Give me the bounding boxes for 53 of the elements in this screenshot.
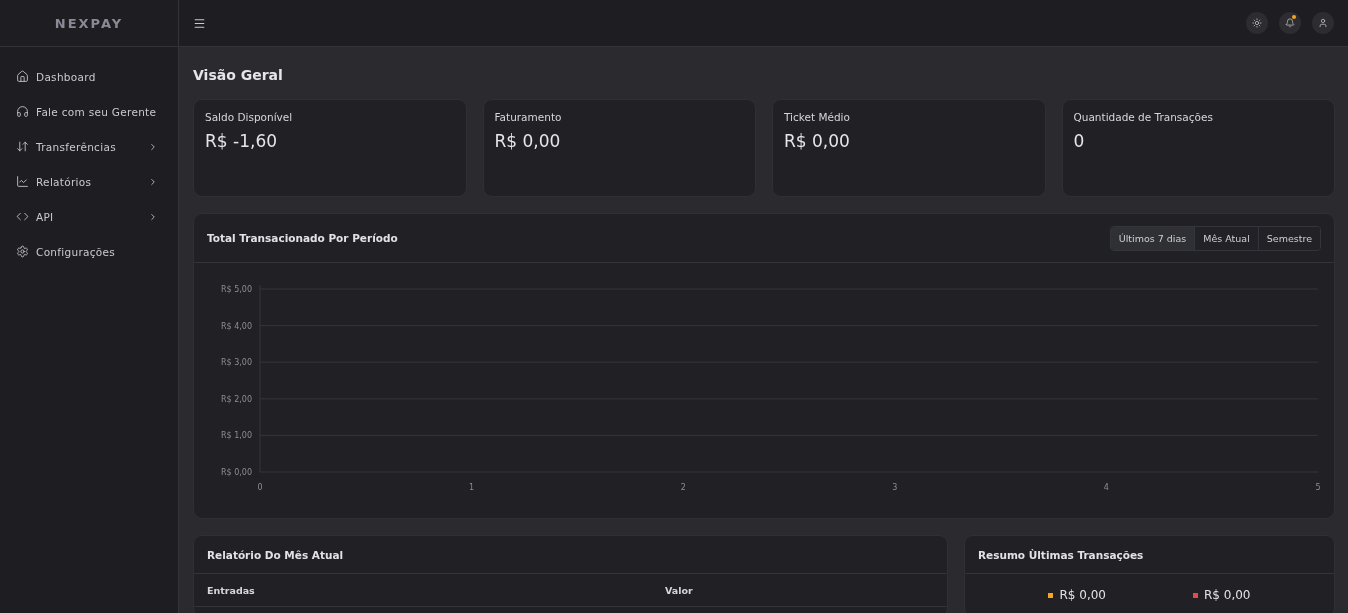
code-icon [16,210,29,223]
column-header: Entradas [207,584,256,596]
arrows-icon [16,140,29,153]
chevron-icon [148,141,158,152]
sidebar-item[interactable]: Relatórios [0,164,178,199]
sidebar-item[interactable]: API [0,199,178,234]
sidebar-item[interactable]: Transferências [0,129,178,164]
stat-label: Faturamento [494,111,563,123]
user-icon [1318,18,1328,28]
x-axis-label: 3 [892,483,898,492]
y-axis-label: R$ 4,00 [221,321,252,331]
x-axis-label: 5 [1315,483,1321,492]
y-axis-label: R$ 0,00 [221,468,252,477]
stat-value: 0 [1073,131,1086,151]
profile-button[interactable] [1312,12,1334,34]
notification-button[interactable] [1279,12,1301,34]
gear-icon [16,245,29,258]
y-axis-label: R$ 2,00 [221,394,252,404]
menu-icon[interactable] [193,16,206,30]
theme-button[interactable] [1246,12,1268,34]
stat-label: Quantidade de Transações [1073,111,1214,123]
sidebar-item[interactable]: Configurações [0,234,178,269]
logo: NEXPAY [54,15,124,31]
stat-value: R$ -1,60 [205,131,279,151]
home-icon [16,70,29,83]
period-tab[interactable]: Semestre [1257,226,1320,250]
chart-icon [16,175,29,188]
y-axis-label: R$ 1,00 [221,431,252,441]
card-title: Relatório Do Mês Atual [207,548,344,561]
sidebar-item[interactable]: Fale com seu Gerente [0,94,178,129]
amount-text: R$ 0,00 [1204,588,1251,602]
sidebar-item[interactable]: Dashboard [0,59,178,94]
stat-label: Ticket Médio [784,111,851,123]
chevron-icon [148,176,158,187]
amount-text: R$ 0,00 [1059,588,1106,602]
sun-icon [1252,18,1262,28]
x-axis-label: 2 [680,483,686,492]
stat-value: R$ 0,00 [784,131,851,151]
stat-label: Saldo Disponível [205,111,294,123]
headset-icon [16,105,29,118]
column-header: Valor [665,584,694,596]
stat-value: R$ 0,00 [494,131,562,151]
x-axis-label: 0 [257,483,263,492]
card-title: Total Transacionado Por Período [207,232,398,244]
x-axis-label: 1 [469,483,475,492]
bell-icon [1285,18,1295,28]
chevron-icon [148,211,158,222]
card-title: Resumo Ùltimas Transações [978,548,1144,561]
page-title: Visão Geral [193,67,284,83]
y-axis-label: R$ 3,00 [221,358,252,368]
x-axis-label: 4 [1103,483,1109,492]
y-axis-label: R$ 5,00 [221,285,252,294]
period-tab[interactable]: Últimos 7 dias [1110,226,1195,250]
